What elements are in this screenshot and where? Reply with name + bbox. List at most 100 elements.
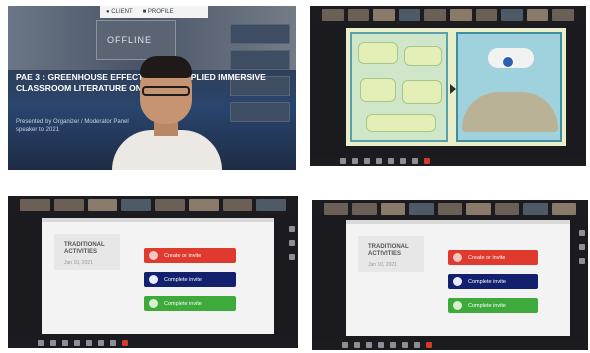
- participant-strip: [8, 196, 298, 214]
- participant-thumbnail[interactable]: [424, 9, 446, 21]
- participant-thumbnail[interactable]: [449, 9, 472, 21]
- slide-divider: [346, 220, 570, 224]
- info-bubble: [404, 46, 442, 66]
- button-label: Create or invite: [468, 254, 506, 261]
- record-icon[interactable]: [402, 342, 408, 348]
- participant-thumbnail[interactable]: [20, 199, 50, 211]
- complete-invite-button[interactable]: Complete invite: [144, 272, 236, 287]
- participant-thumbnail[interactable]: [324, 203, 349, 215]
- leave-icon[interactable]: [426, 342, 432, 348]
- slide-title: TRADITIONAL ACTIVITIES: [368, 244, 409, 257]
- participant-thumbnail[interactable]: [347, 9, 370, 21]
- participant-thumbnail[interactable]: [222, 199, 253, 211]
- side-control-icon[interactable]: [579, 230, 585, 236]
- participants-icon[interactable]: [364, 158, 370, 164]
- slide-title: TRADITIONAL ACTIVITIES: [64, 242, 105, 255]
- participant-thumbnail[interactable]: [155, 199, 185, 211]
- badge-client: ● CLIENT: [106, 9, 133, 15]
- participant-thumbnail[interactable]: [188, 199, 219, 211]
- chat-icon[interactable]: [376, 158, 382, 164]
- glasses-icon: [142, 86, 190, 96]
- meeting-toolbar: [8, 338, 298, 348]
- globe-icon: [453, 301, 462, 310]
- participant-thumbnail[interactable]: [437, 203, 463, 215]
- slide-divider: [42, 218, 274, 222]
- chat-icon[interactable]: [74, 340, 80, 346]
- participant-thumbnail[interactable]: [494, 203, 520, 215]
- menu-slide: TRADITIONAL ACTIVITIES Jan 10, 2021 Crea…: [346, 220, 570, 336]
- leave-icon[interactable]: [424, 158, 430, 164]
- button-label: Create or invite: [164, 252, 202, 259]
- button-label: Complete invite: [468, 278, 506, 285]
- participant-thumbnail[interactable]: [121, 199, 151, 211]
- participant-thumbnail[interactable]: [409, 203, 434, 215]
- slide-date: Jan 10, 2021: [368, 262, 397, 268]
- participant-thumbnail[interactable]: [380, 203, 406, 215]
- infographic-slide: [346, 28, 566, 146]
- side-control-icon[interactable]: [579, 244, 585, 250]
- participant-thumbnail[interactable]: [501, 9, 523, 21]
- participant-thumbnail[interactable]: [53, 199, 84, 211]
- participant-thumbnail[interactable]: [352, 203, 377, 215]
- mute-icon[interactable]: [342, 342, 348, 348]
- badge-profile: ■ PROFILE: [142, 9, 174, 15]
- record-icon[interactable]: [98, 340, 104, 346]
- thumbnail: [230, 102, 290, 122]
- play-icon: [453, 253, 462, 262]
- shared-screen-infographic: [310, 6, 586, 166]
- share-screen-icon[interactable]: [388, 158, 394, 164]
- participant-thumbnail[interactable]: [551, 203, 576, 215]
- meeting-toolbar: [312, 340, 588, 350]
- reactions-icon[interactable]: [412, 158, 418, 164]
- infographic-left-panel: [350, 32, 448, 142]
- play-icon: [149, 251, 158, 260]
- participant-thumbnail[interactable]: [466, 203, 491, 215]
- participant-thumbnail[interactable]: [475, 9, 498, 21]
- participant-thumbnail[interactable]: [552, 9, 574, 21]
- mute-icon[interactable]: [38, 340, 44, 346]
- share-screen-icon[interactable]: [86, 340, 92, 346]
- chat-icon[interactable]: [378, 342, 384, 348]
- button-label: Complete invite: [164, 300, 202, 307]
- video-icon[interactable]: [354, 342, 360, 348]
- shared-screen-menu-1: TRADITIONAL ACTIVITIES Jan 10, 2021 Crea…: [8, 196, 298, 348]
- reactions-icon[interactable]: [110, 340, 116, 346]
- participant-strip: [312, 200, 588, 218]
- participant-thumbnail[interactable]: [256, 199, 286, 211]
- video-icon[interactable]: [352, 158, 358, 164]
- video-icon[interactable]: [50, 340, 56, 346]
- participant-thumbnail[interactable]: [87, 199, 118, 211]
- participants-icon[interactable]: [62, 340, 68, 346]
- participant-thumbnail[interactable]: [523, 203, 548, 215]
- presenter-shirt: [112, 130, 222, 170]
- participant-thumbnail[interactable]: [398, 9, 421, 21]
- complete-invite-green-button[interactable]: Complete invite: [144, 296, 236, 311]
- presenter-webcam: [112, 54, 222, 170]
- earth-icon: [502, 56, 514, 68]
- side-control-icon[interactable]: [289, 254, 295, 260]
- side-control-icon[interactable]: [289, 226, 295, 232]
- mute-icon[interactable]: [340, 158, 346, 164]
- participant-strip: [310, 6, 586, 24]
- shared-screen-menu-2: TRADITIONAL ACTIVITIES Jan 10, 2021 Crea…: [312, 200, 588, 350]
- participant-thumbnail[interactable]: [526, 9, 549, 21]
- reactions-icon[interactable]: [414, 342, 420, 348]
- complete-invite-button[interactable]: Complete invite: [448, 274, 538, 289]
- side-control-icon[interactable]: [289, 240, 295, 246]
- participant-thumbnail[interactable]: [322, 9, 344, 21]
- record-icon[interactable]: [400, 158, 406, 164]
- leave-icon[interactable]: [122, 340, 128, 346]
- button-label: Complete invite: [468, 302, 506, 309]
- side-control-icon[interactable]: [579, 258, 585, 264]
- create-invite-button[interactable]: Create or invite: [144, 248, 236, 263]
- presenter-video-panel: OFFLINE ● CLIENT ■ PROFILE PAE 3 : GREEN…: [8, 6, 296, 170]
- complete-invite-green-button[interactable]: Complete invite: [448, 298, 538, 313]
- create-invite-button[interactable]: Create or invite: [448, 250, 538, 265]
- button-label: Complete invite: [164, 276, 202, 283]
- side-controls: [579, 230, 585, 310]
- stage-screen-label: OFFLINE: [107, 35, 153, 45]
- participants-icon[interactable]: [366, 342, 372, 348]
- circle-icon: [149, 275, 158, 284]
- share-screen-icon[interactable]: [390, 342, 396, 348]
- participant-thumbnail[interactable]: [373, 9, 395, 21]
